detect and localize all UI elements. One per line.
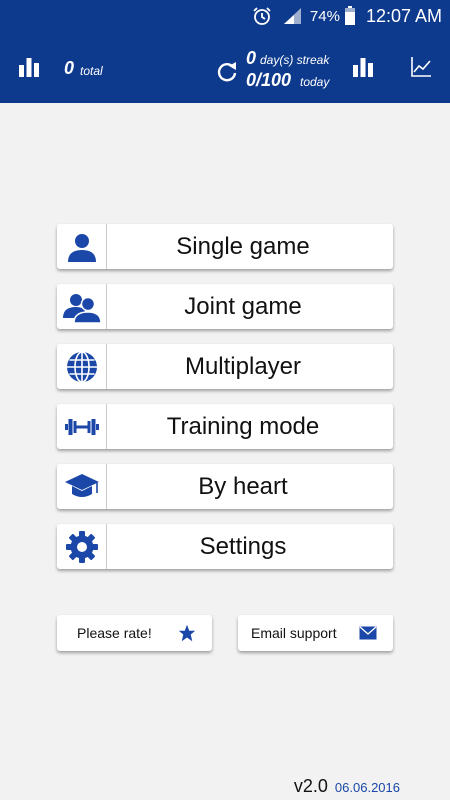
battery-icon [344,6,356,26]
total-label: total [80,64,103,78]
globe-icon [57,344,107,389]
today-value: 0/100 [246,70,292,90]
settings-button[interactable]: Settings [57,524,393,569]
user-icon [57,224,107,269]
bar-chart-icon[interactable] [18,57,40,77]
version-date: 06.06.2016 [334,780,400,795]
alarm-icon [252,6,272,26]
app-header: 0 total 0 day(s) streak 0/100 today [0,32,450,103]
signal-icon [282,7,302,25]
envelope-icon [359,626,377,643]
single-game-label: Single game [176,232,310,260]
line-graph-icon[interactable] [410,56,432,78]
total-value: 0 [64,58,75,78]
training-mode-button[interactable]: Training mode [57,404,393,449]
rate-button[interactable]: Please rate! [57,615,212,651]
refresh-icon[interactable] [216,61,238,83]
streak-value: 0 [246,48,257,68]
by-heart-label: By heart [198,472,288,500]
joint-game-label: Joint game [184,292,302,320]
version-number: v2.0 [293,776,328,796]
training-mode-label: Training mode [166,412,320,440]
status-bar: 74% 12:07 AM [0,0,450,32]
star-icon [178,624,196,645]
version-info: v2.0 06.06.2016 [294,776,400,797]
rate-label: Please rate! [77,625,152,641]
bar-chart-icon[interactable] [352,57,374,77]
joint-game-button[interactable]: Joint game [57,284,393,329]
email-support-button[interactable]: Email support [238,615,393,651]
gear-icon [57,524,107,569]
battery-percent: 74% [309,7,340,25]
by-heart-button[interactable]: By heart [57,464,393,509]
single-game-button[interactable]: Single game [57,224,393,269]
users-icon [57,284,107,329]
today-label: today [300,75,330,89]
multiplayer-label: Multiplayer [184,352,302,380]
email-support-label: Email support [251,625,337,641]
graduation-cap-icon [57,464,107,509]
clock: 12:07 AM [365,5,442,26]
dumbbell-icon [57,404,107,449]
settings-label: Settings [199,532,287,560]
main-menu: Single game Joint game Multiplayer Train… [57,224,393,584]
streak-label: day(s) streak [260,53,330,67]
multiplayer-button[interactable]: Multiplayer [57,344,393,389]
